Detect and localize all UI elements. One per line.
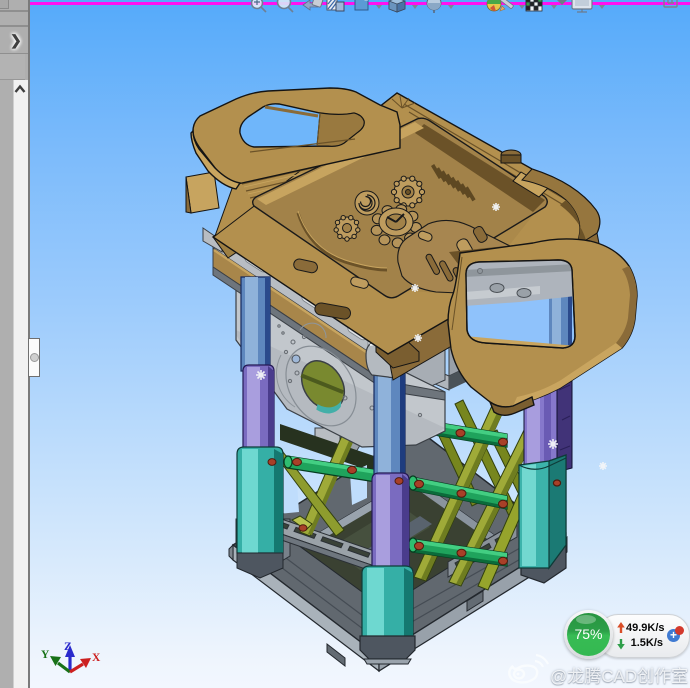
svg-text:X: X [92,652,101,664]
svg-text:Z: Z [64,641,72,653]
svg-text:Y: Y [41,649,50,661]
